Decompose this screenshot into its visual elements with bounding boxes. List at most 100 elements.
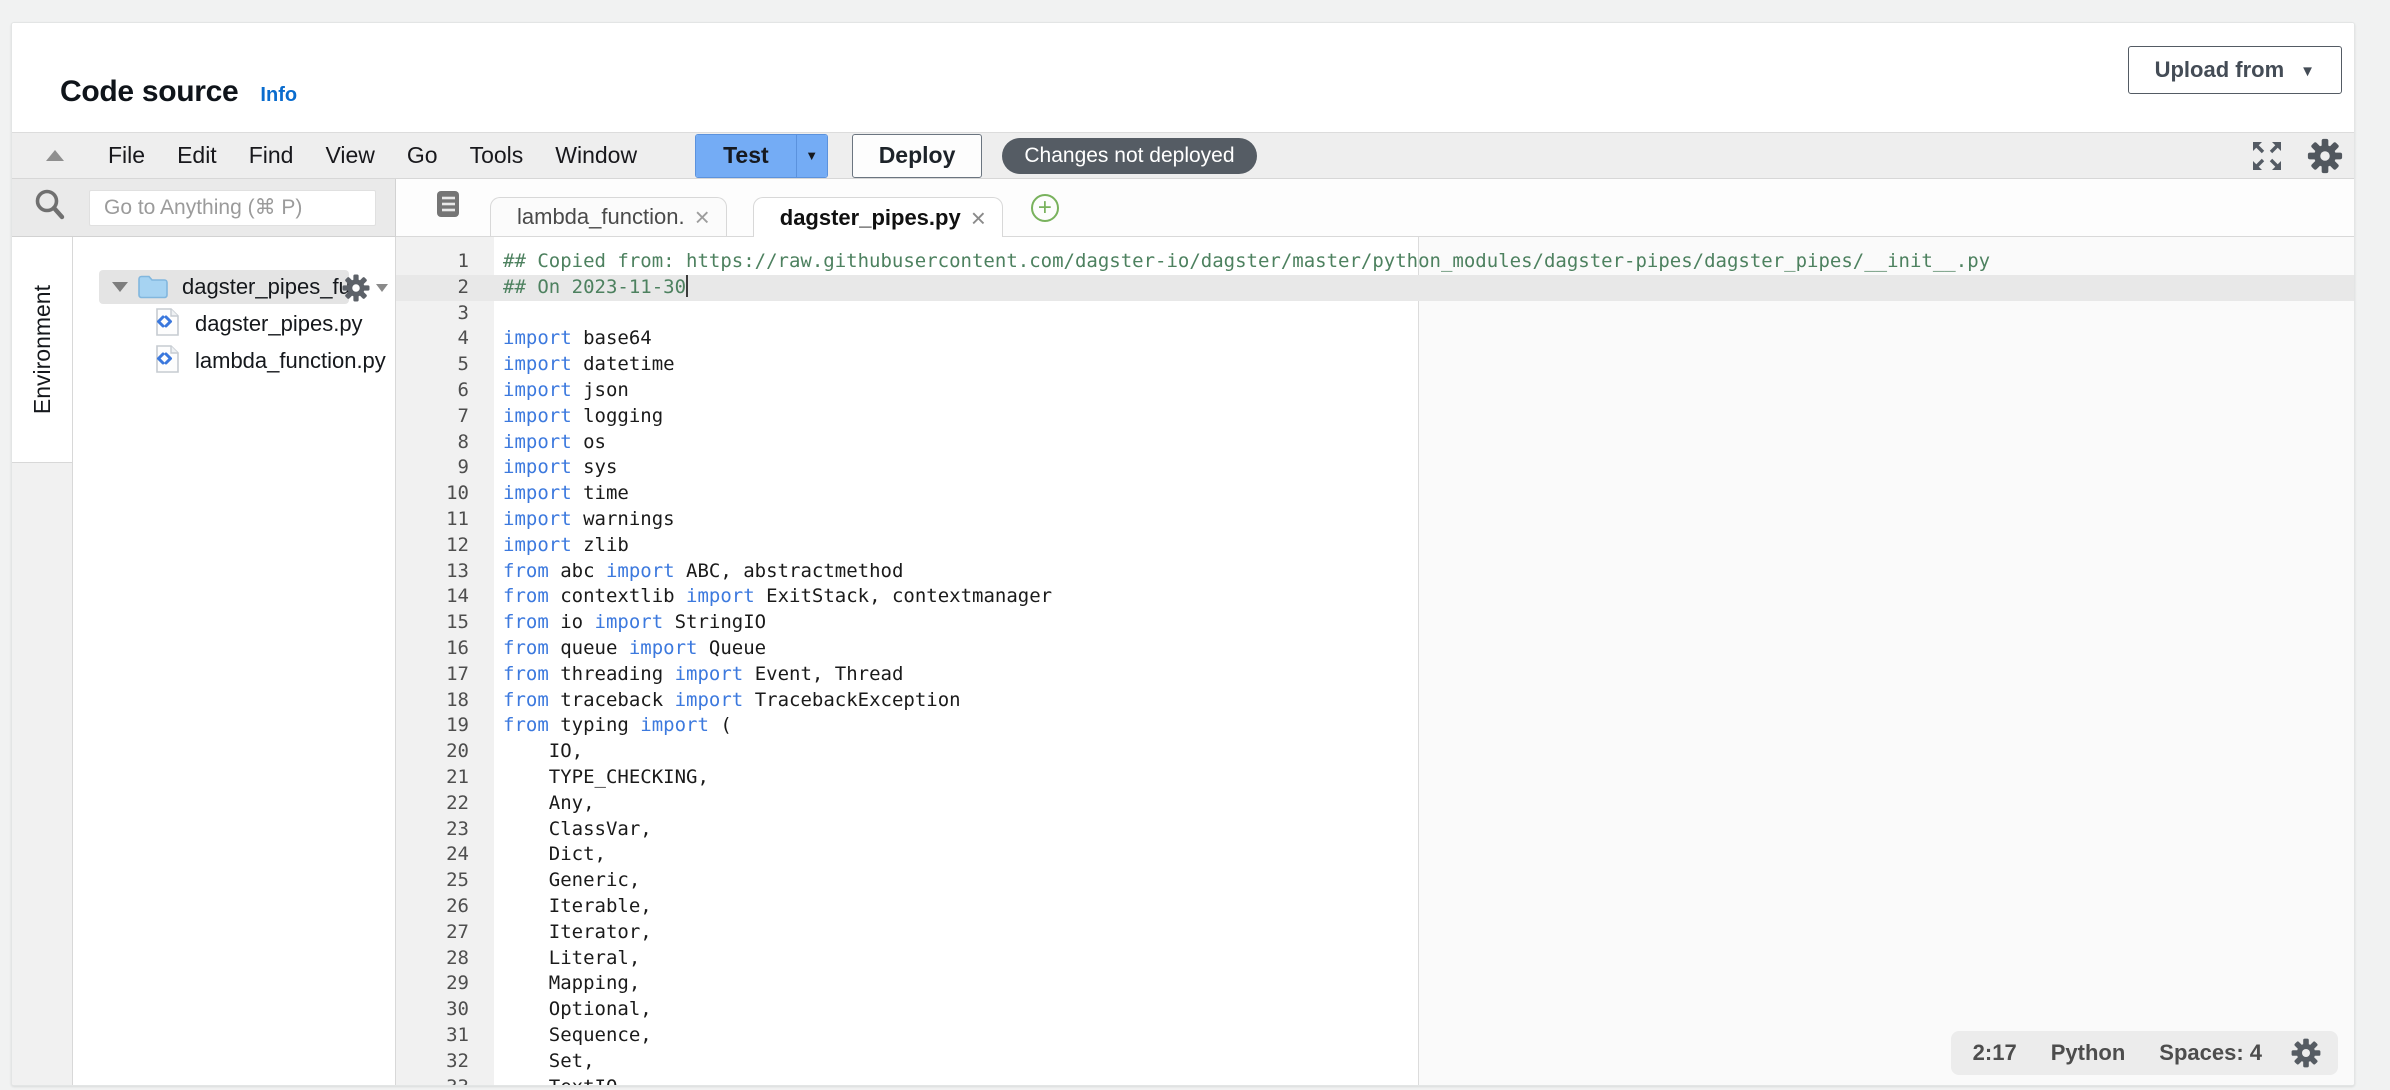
tree-folder-row[interactable]: dagster_pipes_funct [99, 270, 349, 304]
code-line-28[interactable]: 28 Literal, [396, 946, 2355, 972]
code-line-33[interactable]: 33 TextIO [396, 1075, 2355, 1087]
tree-settings-control[interactable] [341, 273, 388, 303]
syntax-mode[interactable]: Python [2051, 1040, 2126, 1066]
cursor-position[interactable]: 2:17 [1973, 1040, 2017, 1066]
code-line-21[interactable]: 21 TYPE_CHECKING, [396, 765, 2355, 791]
code-text: from queue import Queue [494, 636, 2355, 662]
code-line-20[interactable]: 20 IO, [396, 739, 2355, 765]
code-line-24[interactable]: 24 Dict, [396, 842, 2355, 868]
info-link[interactable]: Info [260, 84, 297, 107]
environment-tab-label: Environment [29, 285, 56, 414]
line-number: 30 [396, 997, 494, 1023]
code-line-27[interactable]: 27 Iterator, [396, 920, 2355, 946]
code-line-1[interactable]: 1## Copied from: https://raw.githubuserc… [396, 249, 2355, 275]
indent-setting[interactable]: Spaces: 4 [2159, 1040, 2262, 1066]
line-number: 10 [396, 481, 494, 507]
code-text: import zlib [494, 533, 2355, 559]
close-tab-icon[interactable]: × [971, 205, 986, 231]
code-line-4[interactable]: 4import base64 [396, 326, 2355, 352]
settings-gear-icon[interactable] [2306, 137, 2344, 175]
code-line-11[interactable]: 11import warnings [396, 507, 2355, 533]
line-number: 31 [396, 1023, 494, 1049]
code-text: import warnings [494, 507, 2355, 533]
left-tab-strip: Environment [12, 237, 73, 1086]
test-split-button[interactable]: Test ▼ [695, 134, 828, 178]
menu-view[interactable]: View [309, 142, 390, 169]
code-text: import json [494, 378, 2355, 404]
code-text: import os [494, 430, 2355, 456]
code-line-2[interactable]: 2## On 2023-11-30 [396, 275, 2355, 301]
code-text: from typing import ( [494, 713, 2355, 739]
code-line-26[interactable]: 26 Iterable, [396, 894, 2355, 920]
code-text: import time [494, 481, 2355, 507]
code-text: import datetime [494, 352, 2355, 378]
sidebar-search-bar [12, 179, 396, 237]
line-number: 15 [396, 610, 494, 636]
text-cursor [686, 275, 688, 297]
line-number: 33 [396, 1075, 494, 1087]
line-number: 21 [396, 765, 494, 791]
close-tab-icon[interactable]: × [695, 204, 710, 230]
code-line-13[interactable]: 13from abc import ABC, abstractmethod [396, 559, 2355, 585]
line-number: 4 [396, 326, 494, 352]
code-line-5[interactable]: 5import datetime [396, 352, 2355, 378]
code-line-18[interactable]: 18from traceback import TracebackExcepti… [396, 688, 2355, 714]
line-number: 14 [396, 584, 494, 610]
code-line-22[interactable]: 22 Any, [396, 791, 2355, 817]
code-line-10[interactable]: 10import time [396, 481, 2355, 507]
tree-file-lambda_function.py[interactable]: lambda_function.py [73, 344, 395, 378]
code-text: Iterable, [494, 894, 2355, 920]
changes-not-deployed-badge: Changes not deployed [1002, 138, 1256, 174]
test-button[interactable]: Test [696, 135, 796, 177]
editor-settings-gear-icon[interactable] [2290, 1037, 2322, 1069]
code-line-7[interactable]: 7import logging [396, 404, 2355, 430]
line-number: 1 [396, 249, 494, 275]
line-number: 3 [396, 301, 494, 327]
code-line-14[interactable]: 14from contextlib import ExitStack, cont… [396, 584, 2355, 610]
editor-status-bar: 2:17 Python Spaces: 4 [1951, 1031, 2338, 1075]
code-line-15[interactable]: 15from io import StringIO [396, 610, 2355, 636]
menu-window[interactable]: Window [539, 142, 653, 169]
menu-go[interactable]: Go [391, 142, 454, 169]
menu-list: FileEditFindViewGoToolsWindow [92, 142, 653, 169]
code-line-19[interactable]: 19from typing import ( [396, 713, 2355, 739]
chevron-expanded-icon[interactable] [112, 282, 128, 292]
code-line-16[interactable]: 16from queue import Queue [396, 636, 2355, 662]
tab-label: dagster_pipes.py [780, 205, 961, 231]
menu-edit[interactable]: Edit [161, 142, 233, 169]
code-line-9[interactable]: 9import sys [396, 455, 2355, 481]
code-line-17[interactable]: 17from threading import Event, Thread [396, 662, 2355, 688]
code-text: Mapping, [494, 971, 2355, 997]
tree-file-dagster_pipes.py[interactable]: dagster_pipes.py [73, 307, 395, 341]
code-text [494, 301, 2355, 327]
code-text: import sys [494, 455, 2355, 481]
code-line-6[interactable]: 6import json [396, 378, 2355, 404]
upload-from-button[interactable]: Upload from ▼ [2128, 46, 2342, 94]
code-text: from abc import ABC, abstractmethod [494, 559, 2355, 585]
menu-find[interactable]: Find [233, 142, 310, 169]
code-line-3[interactable]: 3 [396, 301, 2355, 327]
collapse-panel-icon[interactable] [46, 150, 64, 161]
code-line-29[interactable]: 29 Mapping, [396, 971, 2355, 997]
menu-file[interactable]: File [92, 142, 161, 169]
environment-tab[interactable]: Environment [12, 237, 72, 463]
code-line-30[interactable]: 30 Optional, [396, 997, 2355, 1023]
code-text: TYPE_CHECKING, [494, 765, 2355, 791]
search-icon[interactable] [32, 187, 68, 228]
tab-list-icon[interactable] [434, 189, 464, 224]
chevron-down-icon: ▼ [2300, 63, 2315, 80]
editor-tab-lambda_function[interactable]: lambda_function.× [490, 197, 727, 236]
deploy-button[interactable]: Deploy [852, 134, 983, 178]
code-line-12[interactable]: 12import zlib [396, 533, 2355, 559]
menu-tools[interactable]: Tools [454, 142, 540, 169]
code-editor[interactable]: 1## Copied from: https://raw.githubuserc… [396, 237, 2355, 1086]
code-line-23[interactable]: 23 ClassVar, [396, 817, 2355, 843]
code-text: TextIO [494, 1075, 2355, 1087]
fullscreen-icon[interactable] [2250, 139, 2284, 173]
code-line-8[interactable]: 8import os [396, 430, 2355, 456]
new-tab-button[interactable]: + [1031, 194, 1059, 222]
test-dropdown-icon[interactable]: ▼ [796, 135, 827, 177]
goto-anything-input[interactable] [89, 190, 376, 226]
editor-tab-dagster_pipes.py[interactable]: dagster_pipes.py × [753, 197, 1003, 237]
code-line-25[interactable]: 25 Generic, [396, 868, 2355, 894]
